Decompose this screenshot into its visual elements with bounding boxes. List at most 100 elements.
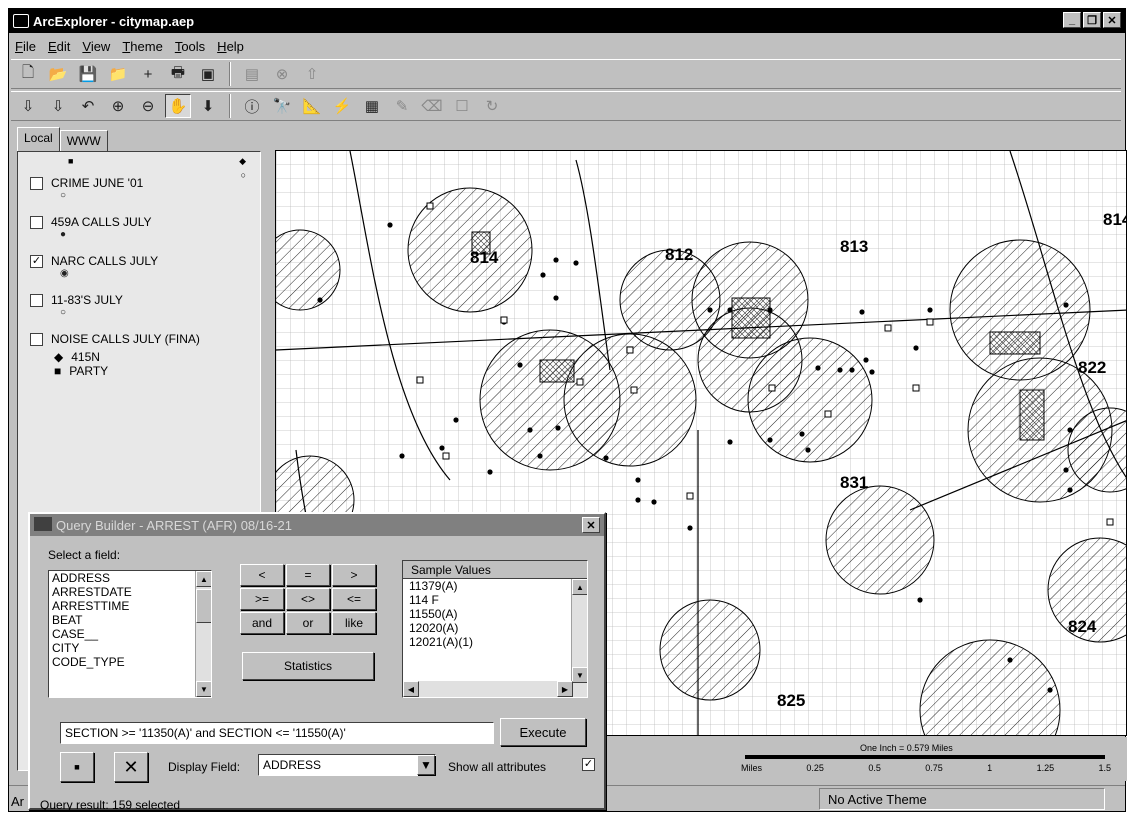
statistics-button[interactable]: Statistics [242,652,374,680]
sample-hscrollbar[interactable]: ◀ ▶ [403,681,573,697]
sample-value[interactable]: 12021(A)(1) [409,635,587,649]
layer-checkbox[interactable] [30,176,43,190]
title-bar[interactable]: ArcExplorer - citymap.aep _ ❐ ✕ [9,9,1125,33]
op-equals-button[interactable]: = [286,564,330,586]
menu-tools[interactable]: Tools [175,39,205,54]
display-field-select[interactable]: ADDRESS ▼ [258,754,436,776]
incident-point [553,257,559,263]
menu-edit[interactable]: Edit [48,39,70,54]
minimize-button[interactable]: _ [1063,12,1081,28]
scroll-up-icon[interactable]: ▲ [196,571,211,587]
incident-square [912,384,920,392]
dialog-title-bar[interactable]: Query Builder - ARREST (AFR) 08/16-21 ✕ [30,514,604,536]
layer-11-83s[interactable]: 11-83'S JULY ○ [18,293,260,318]
field-list[interactable]: ADDRESS ARRESTDATE ARRESTTIME BEAT CASE_… [48,570,212,698]
field-item[interactable]: CITY [52,641,211,655]
scroll-right-icon[interactable]: ▶ [557,681,573,697]
operator-buttons: < = > >= <> <= and or like [240,564,376,634]
layer-checkbox[interactable] [30,332,43,346]
scroll-up-icon[interactable]: ▲ [572,579,587,595]
scroll-down-icon[interactable]: ▼ [196,681,211,697]
op-or-button[interactable]: or [286,612,330,634]
show-all-attributes-checkbox[interactable]: ✓ [582,758,595,771]
scroll-down-icon[interactable]: ▼ [572,667,587,683]
restore-button[interactable]: ❐ [1083,12,1101,28]
pan-down-icon[interactable]: ⬇ [195,94,221,118]
sample-value[interactable]: 114 F [409,593,587,607]
op-greater-than-button[interactable]: > [332,564,376,586]
layer-label: 459A CALLS JULY [51,215,152,229]
incident-point [767,437,773,443]
add-theme-icon[interactable]: + [135,62,161,86]
field-item[interactable]: ADDRESS [52,571,211,585]
save-query-button[interactable]: ▪ [60,752,94,782]
measure-icon[interactable]: 📐 [299,94,325,118]
identify-icon[interactable]: ⓘ [239,94,265,118]
menu-view[interactable]: View [82,39,110,54]
tab-www[interactable]: WWW [59,130,108,151]
field-item[interactable]: BEAT [52,613,211,627]
field-item[interactable]: ARRESTTIME [52,599,211,613]
field-list-scrollbar[interactable]: ▲ ▼ [195,571,211,697]
menu-file[interactable]: File [15,39,36,54]
chevron-down-icon[interactable]: ▼ [417,755,435,775]
save-icon[interactable]: 💾 [75,62,101,86]
op-not-equal-button[interactable]: <> [286,588,330,610]
import-alt-icon[interactable]: ⇩ [45,94,71,118]
tab-local[interactable]: Local [17,127,60,151]
sample-values-header[interactable]: Sample Values [403,561,587,579]
select-icon[interactable]: ✎ [389,94,415,118]
sample-value[interactable]: 11379(A) [409,579,587,593]
field-item[interactable]: ARRESTDATE [52,585,211,599]
hotlink-icon[interactable]: ⚡ [329,94,355,118]
window-title: ArcExplorer - citymap.aep [33,13,195,29]
field-item[interactable]: CASE__ [52,627,211,641]
clear-query-button[interactable]: ✕ [114,752,148,782]
menu-bar: File Edit View Theme Tools Help [9,35,1125,57]
clear-selection-icon[interactable]: ⌫ [419,94,445,118]
zoom-out-icon[interactable]: ⊖ [135,94,161,118]
open-theme-icon[interactable]: 📁 [105,62,131,86]
find-icon[interactable]: 🔭 [269,94,295,118]
sample-value[interactable]: 12020(A) [409,621,587,635]
sample-scrollbar[interactable]: ▲ ▼ [571,579,587,697]
layer-459a-calls[interactable]: 459A CALLS JULY ● [18,215,260,240]
layer-crime-june[interactable]: CRIME JUNE '01 ○ [18,176,260,201]
menu-help[interactable]: Help [217,39,244,54]
buffer-zone [563,333,697,467]
open-icon[interactable]: 📂 [45,62,71,86]
layer-checkbox[interactable] [30,215,43,229]
layer-checkbox-checked[interactable]: ✓ [30,254,43,268]
menu-theme[interactable]: Theme [122,39,162,54]
export-icon[interactable]: ⇧ [299,62,325,86]
layer-noise-calls[interactable]: NOISE CALLS JULY (FINA) ◆ 415N ■ PARTY [18,332,260,378]
map-tips-icon[interactable]: ☐ [449,94,475,118]
sample-values-list[interactable]: Sample Values 11379(A) 114 F 11550(A) 12… [402,560,588,698]
undo-icon[interactable]: ↶ [75,94,101,118]
remove-theme-icon[interactable]: ⊗ [269,62,295,86]
field-item[interactable]: CODE_TYPE [52,655,211,669]
layer-checkbox[interactable] [30,293,43,307]
close-button[interactable]: ✕ [1103,12,1121,28]
zoom-in-icon[interactable]: ⊕ [105,94,131,118]
close-icon[interactable]: ✕ [582,517,600,533]
op-less-than-button[interactable]: < [240,564,284,586]
pan-icon[interactable]: ✋ [165,94,191,118]
refresh-icon[interactable]: ↻ [479,94,505,118]
query-expression-input[interactable]: SECTION >= '11350(A)' and SECTION <= '11… [60,722,494,744]
scroll-thumb[interactable] [196,589,211,623]
layout-icon[interactable]: ▣ [195,62,221,86]
op-gte-button[interactable]: >= [240,588,284,610]
query-builder-icon[interactable]: ▦ [359,94,385,118]
print-icon[interactable]: 🖶 [165,62,191,86]
import-icon[interactable]: ⇩ [15,94,41,118]
op-lte-button[interactable]: <= [332,588,376,610]
op-like-button[interactable]: like [332,612,376,634]
execute-button[interactable]: Execute [500,718,586,746]
new-icon[interactable]: 🗋 [15,62,41,86]
layer-narc-calls[interactable]: ✓ NARC CALLS JULY ◉ [18,254,260,279]
sample-value[interactable]: 11550(A) [409,607,587,621]
op-and-button[interactable]: and [240,612,284,634]
theme-properties-icon[interactable]: ▤ [239,62,265,86]
scroll-left-icon[interactable]: ◀ [403,681,419,697]
